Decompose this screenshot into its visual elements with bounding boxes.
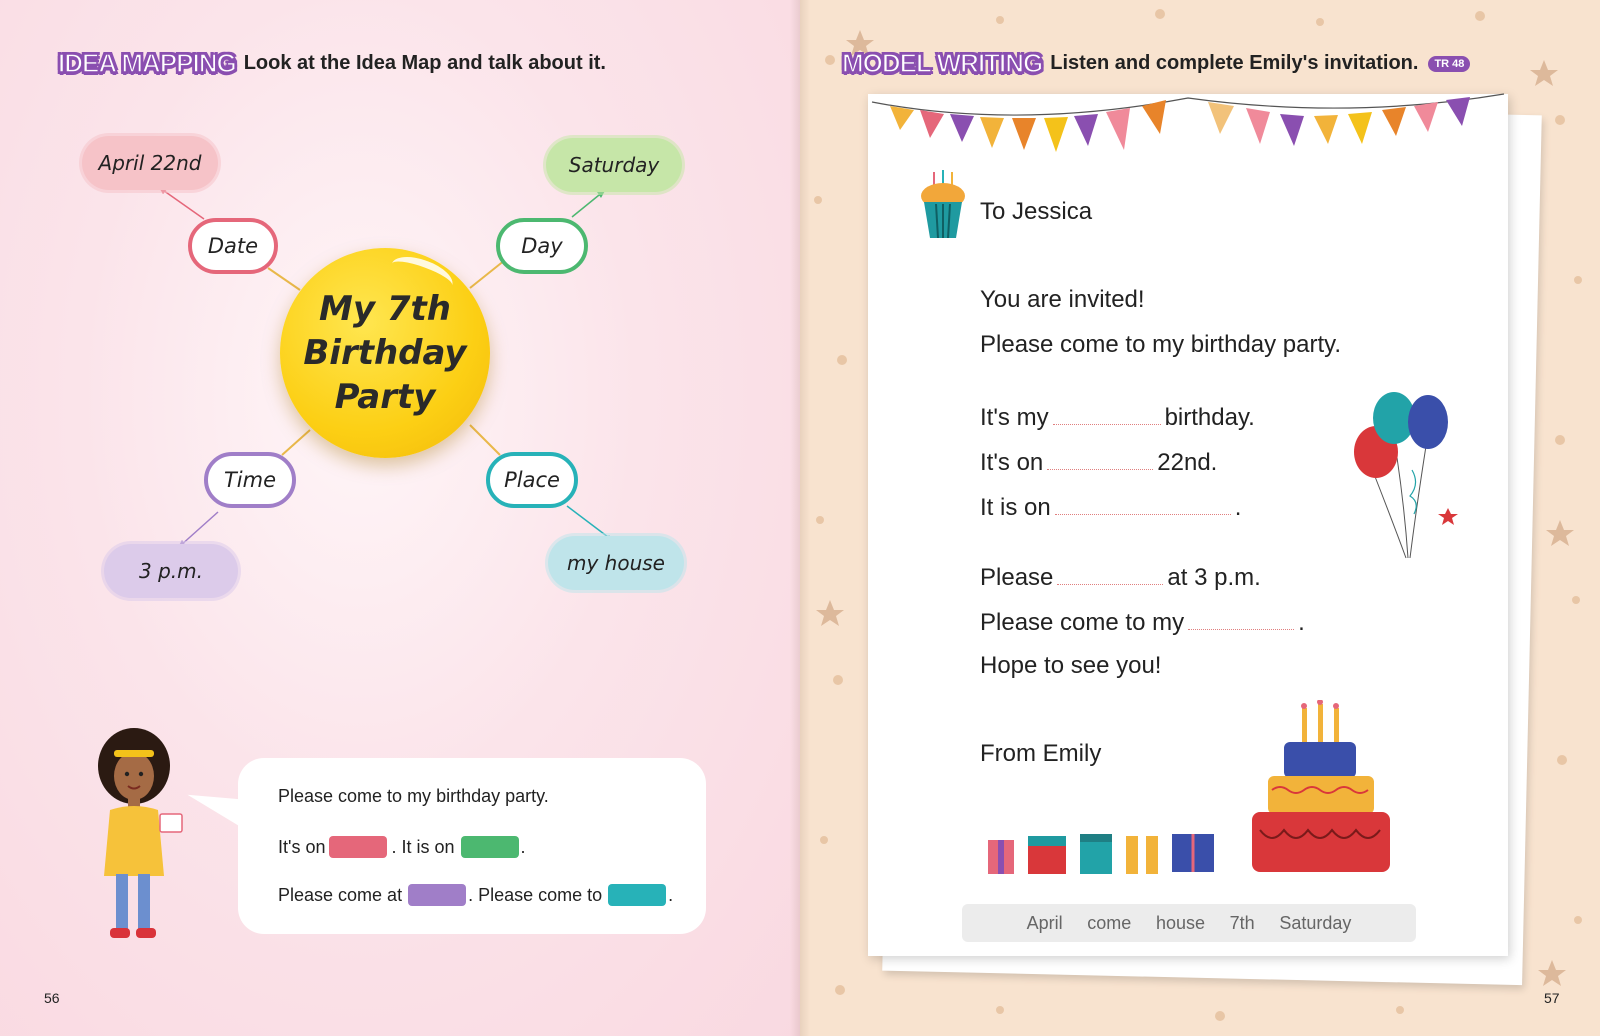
section-badge-model-writing: MODEL WRITING (841, 47, 1044, 79)
page-number-left: 56 (44, 990, 60, 1006)
node-date: Date (188, 218, 278, 274)
girl-character-icon (98, 728, 183, 938)
blank-day[interactable] (1054, 492, 1231, 515)
word-bank-item[interactable]: come (1087, 913, 1131, 934)
letter-line-birthday: It's my birthday. (980, 402, 1255, 432)
letter-line-day: It is on. (980, 492, 1241, 522)
leaf-date-value: April 22nd (82, 136, 218, 190)
node-time-label: Time (223, 468, 277, 492)
letter-line-place-a: Please come to my (980, 609, 1185, 636)
swatch-time (408, 884, 467, 906)
letter-line-hope: Hope to see you! (980, 652, 1162, 679)
blank-age[interactable] (1052, 402, 1161, 425)
word-bank-item[interactable]: Saturday (1279, 913, 1351, 934)
model-writing-instruction: Listen and complete Emily's invitation. (1050, 52, 1419, 74)
track-badge[interactable]: TR 48 (1428, 55, 1471, 72)
node-date-label: Date (207, 234, 259, 258)
leaf-date-text: April 22nd (98, 151, 202, 175)
letter-line-place: Please come to my. (980, 607, 1305, 637)
swatch-place (608, 884, 667, 906)
word-bank-item[interactable]: house (1156, 913, 1205, 934)
bubble-line-2-b: . It is on (391, 836, 455, 857)
letter-line-day-b: . (1234, 494, 1242, 521)
letter-line-party: Please come to my birthday party. (980, 331, 1342, 358)
leaf-time-value: 3 p.m. (104, 544, 238, 598)
letter-line-date: It's on 22nd. (980, 447, 1217, 477)
page-number-right: 57 (1544, 990, 1560, 1006)
mind-map-center: My 7th Birthday Party (280, 248, 490, 458)
bubble-line-3-c: . (668, 884, 674, 905)
node-place-label: Place (504, 468, 560, 492)
bubble-line-1-text: Please come to my birthday party. (278, 786, 549, 806)
letter-line-birthday-a: It's my (980, 404, 1049, 431)
letter-line-time-a: Please (980, 564, 1054, 591)
bubble-line-2-c: . (520, 836, 526, 857)
mind-map-center-label: My 7th Birthday Party (303, 289, 467, 417)
bubble-line-2: It's on . It is on . (278, 836, 526, 858)
node-day: Day (496, 218, 588, 274)
leaf-time-text: 3 p.m. (139, 559, 203, 583)
letter-line-time: Please at 3 p.m. (980, 562, 1261, 592)
node-place: Place (486, 452, 578, 508)
letter-line-birthday-b: birthday. (1164, 404, 1255, 431)
leaf-day-text: Saturday (568, 153, 660, 177)
cupcake-icon (921, 170, 965, 239)
bunting-flags-icon (871, 93, 1505, 152)
gift-box-icon (988, 834, 1214, 874)
word-bank-item[interactable]: 7th (1230, 913, 1255, 934)
balloons-icon (1354, 392, 1458, 559)
leaf-place-text: my house (567, 551, 665, 575)
leaf-place-value: my house (548, 536, 684, 590)
book-gutter (790, 0, 810, 1036)
blank-month[interactable] (1047, 447, 1154, 470)
bubble-line-3-b: . Please come to (468, 884, 603, 905)
letter-line-date-a: It's on (980, 449, 1044, 476)
swatch-day (460, 836, 519, 858)
node-day-label: Day (521, 234, 563, 258)
letter-line-time-b: at 3 p.m. (1167, 564, 1261, 591)
birthday-cake-icon (1252, 700, 1390, 872)
letter-line-invited: You are invited! (980, 286, 1145, 313)
bubble-line-3-a: Please come at (278, 884, 403, 905)
letter-line-day-a: It is on (980, 494, 1051, 521)
blank-come[interactable] (1057, 562, 1164, 585)
word-bank-item[interactable]: April (1027, 913, 1063, 934)
node-time: Time (204, 452, 296, 508)
leaf-day-value: Saturday (546, 138, 682, 192)
word-bank: April come house 7th Saturday (962, 904, 1416, 942)
letter-greeting: To Jessica (980, 198, 1093, 225)
swatch-date (329, 836, 388, 858)
letter-line-date-b: 22nd. (1157, 449, 1218, 476)
model-writing-header: MODEL WRITING Listen and complete Emily'… (841, 47, 1471, 79)
letter-line-place-b: . (1298, 609, 1305, 636)
letter-signature: From Emily (980, 740, 1102, 767)
blank-house[interactable] (1188, 607, 1295, 630)
bubble-line-3: Please come at . Please come to . (278, 884, 673, 906)
bubble-line-1: Please come to my birthday party. (278, 786, 549, 807)
bubble-line-2-a: It's on (278, 836, 326, 857)
